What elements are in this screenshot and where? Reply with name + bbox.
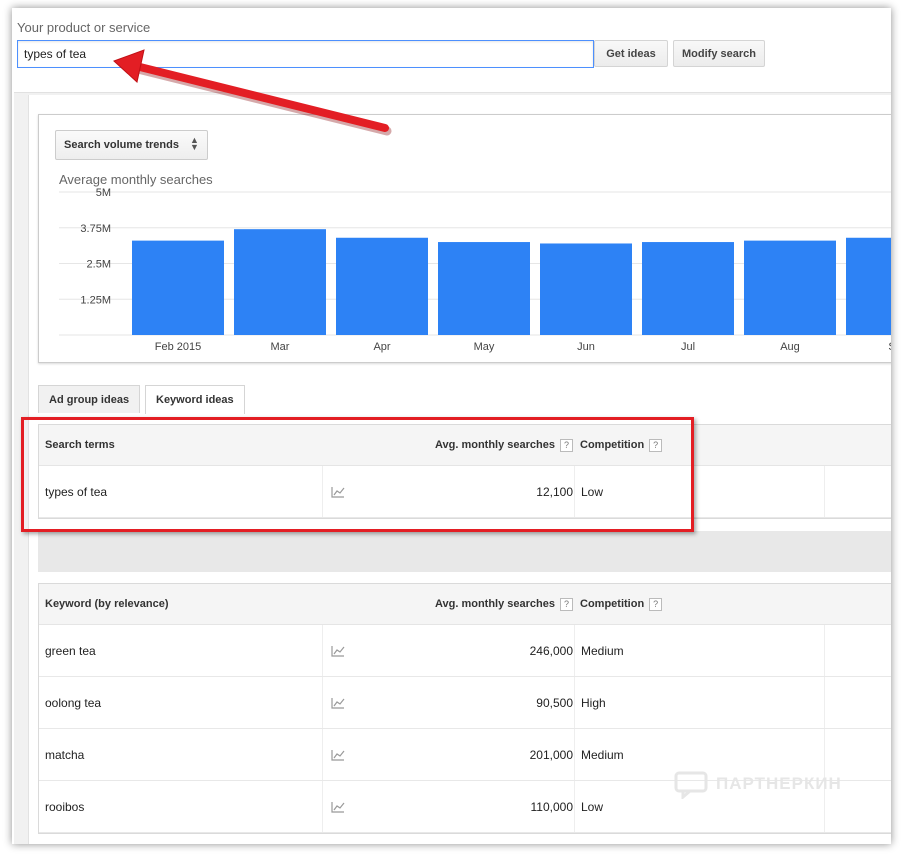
trend-chart-icon[interactable] xyxy=(322,466,353,517)
add-cell xyxy=(824,466,891,517)
watermark-logo-icon xyxy=(674,771,708,799)
y-tick-label: 3.75M xyxy=(80,223,111,235)
competition-cell: Medium xyxy=(574,625,824,676)
keyword-cell: rooibos xyxy=(45,799,85,814)
product-field-label: Your product or service xyxy=(17,20,151,35)
table-row: green tea 246,000 Medium xyxy=(39,625,891,677)
app-window: Your product or service Get ideas Modify… xyxy=(12,8,891,844)
help-icon[interactable]: ? xyxy=(560,597,573,611)
x-tick-label: May xyxy=(474,341,495,353)
results-area: Search volume trends ▲ ▼ Average monthly … xyxy=(14,92,891,844)
volume-cell: 110,000 xyxy=(530,799,574,814)
bar-apr[interactable] xyxy=(336,237,428,335)
keyword-cell: matcha xyxy=(45,747,85,762)
volume-cell: 201,000 xyxy=(529,747,573,762)
volume-cell: 90,500 xyxy=(536,695,573,710)
table-header: Search terms Avg. monthly searches ? Com… xyxy=(39,425,891,466)
add-cell xyxy=(824,625,891,676)
tab-ad-group-ideas[interactable]: Ad group ideas xyxy=(38,385,141,413)
search-volume-chart: Search volume trends ▲ ▼ Average monthly … xyxy=(38,114,891,363)
trend-chart-icon[interactable] xyxy=(322,677,353,728)
bar-jul[interactable] xyxy=(642,242,734,335)
x-tick-label: Apr xyxy=(373,341,390,353)
header-label: Avg. monthly searches xyxy=(434,598,555,610)
tab-keyword-ideas[interactable]: Keyword ideas xyxy=(145,385,245,414)
header-label: Competition xyxy=(580,598,645,610)
table-row: types of tea 12,100 Low xyxy=(39,466,891,518)
header-avg-monthly-searches[interactable]: Avg. monthly searches ? xyxy=(359,584,573,624)
bar-may[interactable] xyxy=(438,242,530,335)
trend-chart-icon[interactable] xyxy=(322,625,353,676)
x-tick-label: Mar xyxy=(271,341,290,353)
header-label: Avg. monthly searches xyxy=(434,439,555,451)
add-cell xyxy=(824,677,891,728)
header-keyword-by-relevance[interactable]: Keyword (by relevance) xyxy=(45,584,169,624)
trend-chart-icon[interactable] xyxy=(322,781,353,832)
product-search-input[interactable] xyxy=(17,40,594,68)
help-icon[interactable]: ? xyxy=(649,597,663,611)
watermark-text: ПАРТНЕРКИН xyxy=(716,774,842,793)
x-tick-label: Jul xyxy=(681,341,695,353)
get-ideas-button[interactable]: Get ideas xyxy=(594,40,668,67)
y-tick-label: 1.25M xyxy=(80,294,111,306)
x-tick-label: S xyxy=(888,341,891,353)
chart-plot: 5M 3.75M 2.5M 1.25M Feb 2015 Mar Apr May Jun Jul A… xyxy=(59,187,891,353)
help-icon[interactable]: ? xyxy=(560,438,573,452)
table-row: oolong tea 90,500 High xyxy=(39,677,891,729)
header-competition[interactable]: Competition ? xyxy=(574,584,824,624)
bar-mar[interactable] xyxy=(234,229,326,335)
header-label: Competition xyxy=(580,439,645,451)
y-tick-label: 5M xyxy=(96,187,111,199)
bar-feb-2015[interactable] xyxy=(132,240,224,335)
competition-cell: High xyxy=(574,677,824,728)
keyword-cell: green tea xyxy=(45,643,96,658)
watermark: ПАРТНЕРКИН xyxy=(674,769,842,799)
x-tick-label: Jun xyxy=(577,341,595,353)
competition-cell: Low xyxy=(574,466,824,517)
table-header: Keyword (by relevance) Avg. monthly sear… xyxy=(39,584,891,625)
bar-jun[interactable] xyxy=(540,243,632,335)
header-avg-monthly-searches[interactable]: Avg. monthly searches ? xyxy=(359,425,573,465)
x-tick-label: Aug xyxy=(780,341,800,353)
help-icon[interactable]: ? xyxy=(649,438,663,452)
volume-cell: 246,000 xyxy=(529,643,573,658)
header-search-terms[interactable]: Search terms xyxy=(45,425,115,465)
search-terms-table: Search terms Avg. monthly searches ? Com… xyxy=(38,424,891,519)
modify-search-button[interactable]: Modify search xyxy=(673,40,765,67)
x-tick-label: Feb 2015 xyxy=(155,341,201,353)
section-divider xyxy=(38,531,891,572)
volume-cell: 12,100 xyxy=(536,484,573,499)
term-cell: types of tea xyxy=(45,484,108,499)
header-competition[interactable]: Competition ? xyxy=(574,425,824,465)
bar-s[interactable] xyxy=(846,237,891,335)
keyword-cell: oolong tea xyxy=(45,695,102,710)
trend-chart-icon[interactable] xyxy=(322,729,353,780)
y-tick-label: 2.5M xyxy=(87,259,111,271)
bar-aug[interactable] xyxy=(744,240,836,335)
